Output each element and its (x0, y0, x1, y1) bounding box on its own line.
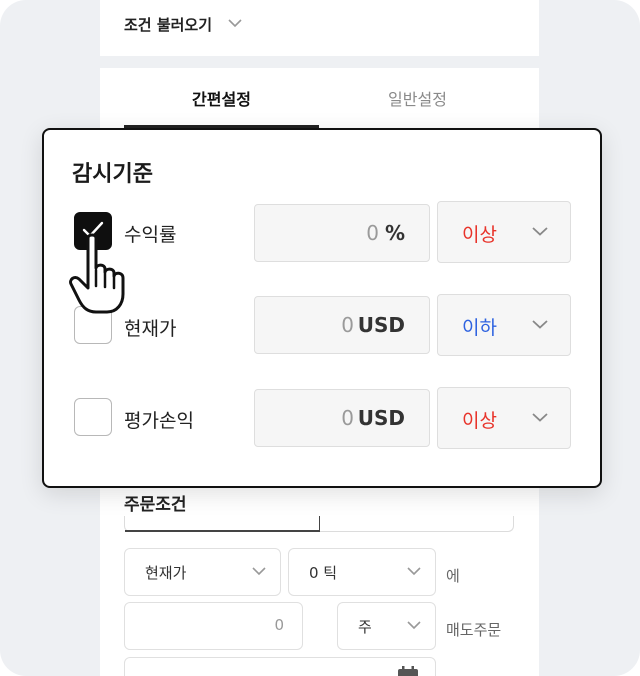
tick-suffix: 에 (446, 567, 460, 585)
profit-rate-label: 수익률 (124, 224, 177, 246)
chevron-down-icon (532, 320, 548, 329)
order-tab-active-indicator (125, 516, 320, 532)
order-conditions-title: 주문조건 (124, 495, 187, 515)
chevron-down-icon (532, 227, 548, 236)
quantity-unit-value: 주 (358, 618, 372, 636)
valuation-pnl-comparison-value: 이상 (462, 410, 497, 432)
valuation-pnl-input[interactable]: 0 USD (254, 389, 430, 447)
quantity-value: 0 (274, 616, 284, 634)
current-price-comparison-select[interactable]: 이하 (437, 294, 571, 356)
valuation-pnl-value: 0 (341, 406, 354, 430)
valuation-pnl-label: 평가손익 (124, 410, 194, 432)
calendar-icon[interactable] (397, 666, 419, 676)
current-price-unit: USD (357, 313, 405, 337)
valuation-pnl-unit: USD (357, 406, 405, 430)
quantity-unit-select[interactable]: 주 (337, 602, 436, 650)
price-type-value: 현재가 (145, 564, 187, 582)
quantity-input[interactable]: 0 (124, 602, 303, 650)
order-tabs (124, 516, 514, 532)
profit-rate-comparison-select[interactable]: 이상 (437, 201, 571, 263)
chevron-down-icon (532, 413, 548, 422)
chevron-down-icon (407, 567, 421, 576)
current-price-value: 0 (341, 313, 354, 337)
chevron-down-icon (252, 567, 266, 576)
load-conditions-card: 조건 불러오기 (100, 0, 539, 56)
valuation-pnl-comparison-select[interactable]: 이상 (437, 387, 571, 449)
tab-simple-settings[interactable]: 간편설정 (124, 86, 319, 110)
tab-general-settings[interactable]: 일반설정 (320, 86, 515, 110)
profit-rate-value: 0 (366, 221, 379, 245)
profit-rate-input[interactable]: 0 % (254, 204, 430, 262)
current-price-comparison-value: 이하 (462, 317, 497, 339)
profit-rate-comparison-value: 이상 (462, 224, 497, 246)
settings-tabs: 간편설정 일반설정 (100, 68, 539, 128)
tick-value: 0 틱 (309, 564, 338, 582)
profit-rate-unit: % (384, 221, 405, 245)
chevron-down-icon[interactable] (228, 18, 242, 28)
load-conditions-button[interactable]: 조건 불러오기 (124, 14, 212, 35)
current-price-input[interactable]: 0 USD (254, 296, 430, 354)
order-action-label: 매도주문 (446, 621, 502, 639)
current-price-label: 현재가 (124, 318, 177, 340)
price-type-select[interactable]: 현재가 (124, 548, 281, 596)
valuation-pnl-checkbox[interactable] (74, 398, 112, 436)
date-input[interactable] (124, 657, 436, 676)
hand-pointer-icon (69, 233, 125, 314)
chevron-down-icon (407, 621, 421, 630)
modal-title: 감시기준 (72, 162, 153, 187)
order-conditions-section: 주문조건 현재가 0 틱 에 0 주 매도주문 (100, 486, 539, 676)
tick-select[interactable]: 0 틱 (288, 548, 436, 596)
